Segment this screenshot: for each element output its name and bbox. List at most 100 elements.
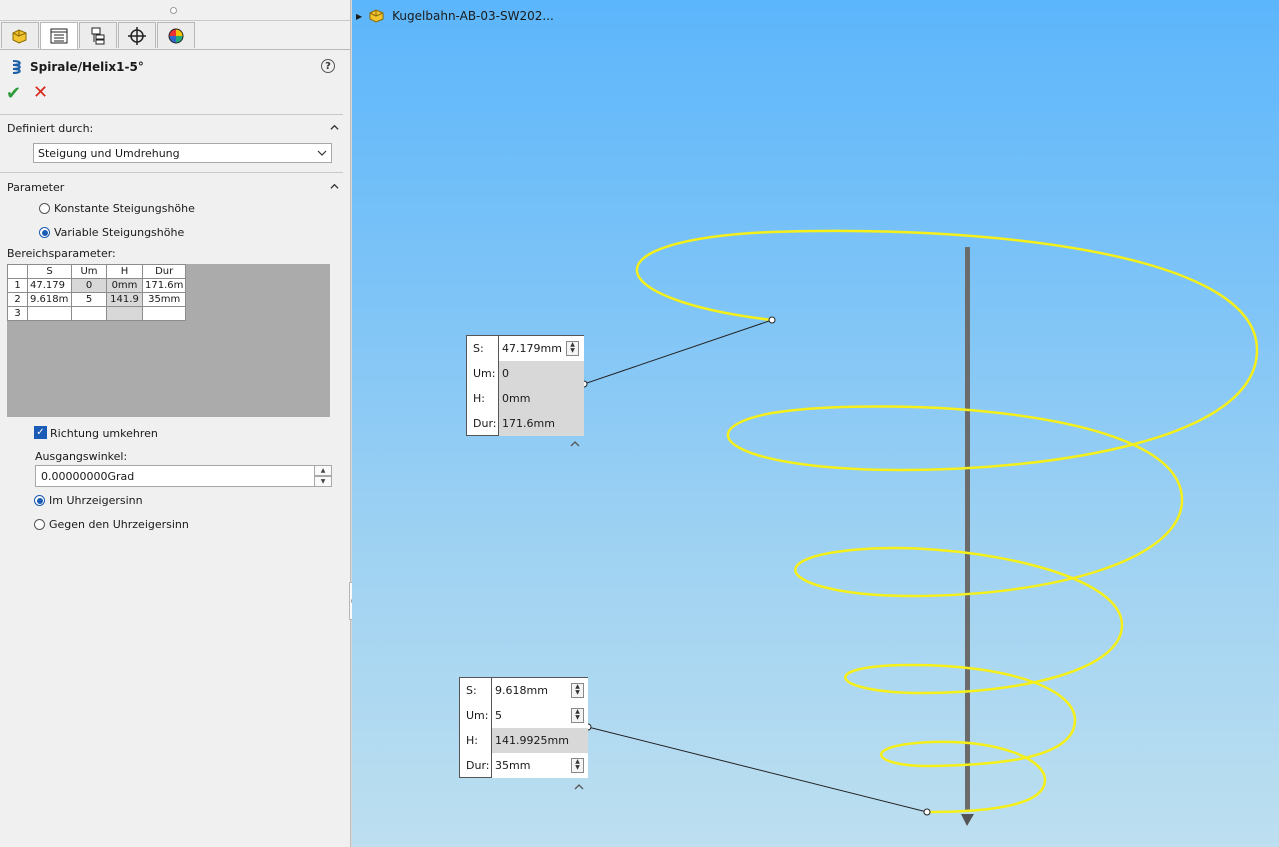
callout-value: 9.618mm [495, 684, 548, 697]
range-parameters-table: S Um H Dur 1 47.179 0 0mm 171.6m 2 9.618… [7, 264, 187, 321]
cell-um[interactable]: 5 [71, 292, 107, 307]
constant-pitch-label: Konstante Steigungshöhe [54, 202, 195, 215]
callout-row-h: H: 141.9925mm [460, 728, 588, 753]
cell-um[interactable] [71, 306, 107, 321]
counterclockwise-radio[interactable]: Gegen den Uhrzeigersinn [34, 518, 189, 531]
dimxpert-icon[interactable] [118, 22, 156, 48]
row-number: 3 [7, 306, 28, 321]
callout-value: 35mm [495, 759, 531, 772]
handle-point-1[interactable] [768, 316, 776, 324]
divider [0, 114, 343, 115]
callout-row-dur: Dur: 35mm ▲ ▼ [460, 753, 588, 778]
cell-um: 0 [71, 278, 107, 293]
help-icon[interactable]: ? [321, 59, 335, 73]
collapse-chevron-icon[interactable] [330, 182, 339, 191]
parameter-heading: Parameter [7, 181, 65, 194]
cell-dur[interactable]: 35mm [141, 292, 187, 307]
radio-dot-selected [34, 495, 45, 506]
cell-s[interactable] [27, 306, 72, 321]
variable-pitch-radio[interactable]: Variable Steigungshöhe [39, 226, 184, 239]
callout-key: S: [466, 684, 477, 697]
start-angle-value: 0.00000000Grad [41, 470, 135, 483]
start-angle-input[interactable]: 0.00000000Grad [35, 465, 315, 487]
spin-stepper-icon[interactable]: ▲ ▼ [566, 341, 579, 356]
property-manager-icon[interactable] [40, 22, 78, 49]
feature-title: Spirale/Helix1-5° [8, 58, 144, 76]
spin-stepper-icon[interactable]: ▲ ▼ [571, 683, 584, 698]
callout-h-field: 141.9925mm [492, 728, 588, 753]
callout-value: 0 [502, 367, 509, 380]
collapse-chevron-icon[interactable] [330, 123, 339, 132]
cell-s[interactable]: 9.618m [27, 292, 72, 307]
radio-dot [39, 203, 50, 214]
helix-curve [635, 229, 1259, 814]
callout-dur-field: 171.6mm [499, 411, 584, 436]
panel-grip[interactable] [170, 7, 177, 14]
spin-down-icon[interactable]: ▼ [314, 476, 332, 487]
table-row: 2 9.618m 5 141.9 35mm [7, 292, 187, 307]
feature-title-text: Spirale/Helix1-5° [30, 60, 144, 74]
reverse-direction-checkbox[interactable]: ✓ [34, 426, 47, 439]
handle-point-2[interactable] [923, 808, 931, 816]
clockwise-label: Im Uhrzeigersinn [49, 494, 143, 507]
graphics-viewport[interactable]: ▶ Kugelbahn-AB-03-SW202... S: 47.179mm ▲… [352, 0, 1279, 847]
row-number: 2 [7, 292, 28, 307]
cell-dur[interactable] [141, 306, 187, 321]
defined-by-value: Steigung und Umdrehung [38, 147, 180, 160]
constant-pitch-radio[interactable]: Konstante Steigungshöhe [39, 202, 195, 215]
callout-value: 141.9925mm [495, 734, 569, 747]
column-header: Um [71, 264, 107, 279]
callout-value: 171.6mm [502, 417, 555, 430]
defined-by-select[interactable]: Steigung und Umdrehung [33, 143, 332, 163]
table-header-row: S Um H Dur [7, 264, 187, 279]
callout-key: Um: [473, 367, 496, 380]
display-manager-icon[interactable] [157, 22, 195, 48]
axis-end-marker [961, 814, 974, 826]
leader-line-1 [583, 319, 773, 385]
spin-stepper-icon[interactable]: ▲ ▼ [571, 708, 584, 723]
callout-collapse-icon[interactable] [570, 440, 580, 448]
counterclockwise-label: Gegen den Uhrzeigersinn [49, 518, 189, 531]
cell-dur[interactable]: 171.6m [141, 278, 187, 293]
leader-line-2 [587, 726, 928, 813]
divider [0, 172, 343, 173]
callout-value: 47.179mm [502, 342, 562, 355]
defined-by-heading: Definiert durch: [7, 122, 94, 135]
configuration-manager-icon[interactable] [79, 22, 117, 48]
helix-icon [12, 60, 21, 74]
callout-start[interactable]: S: 47.179mm ▲ ▼ Um: 0 H: 0mm Dur: 171.6mm [466, 335, 584, 436]
spin-up-icon[interactable]: ▲ [314, 465, 332, 476]
column-header: H [106, 264, 143, 279]
reverse-direction-label: Richtung umkehren [50, 427, 158, 440]
radio-dot [34, 519, 45, 530]
callout-key: H: [473, 392, 485, 405]
spin-stepper-icon[interactable]: ▲ ▼ [571, 758, 584, 773]
callout-key: Dur: [466, 759, 490, 772]
table-row: 3 [7, 306, 187, 321]
callout-row-s: S: 47.179mm ▲ ▼ [467, 336, 584, 361]
callout-um-field: 0 [499, 361, 584, 386]
callout-row-h: H: 0mm [467, 386, 584, 411]
table-row: 1 47.179 0 0mm 171.6m [7, 278, 187, 293]
callout-collapse-icon[interactable] [574, 783, 584, 791]
callout-row-um: Um: 5 ▲ ▼ [460, 703, 588, 728]
start-angle-label: Ausgangswinkel: [35, 450, 128, 463]
start-angle-stepper[interactable]: ▲ ▼ [314, 465, 332, 487]
close-icon[interactable]: ✕ [33, 84, 48, 102]
callout-h-field: 0mm [499, 386, 584, 411]
row-number: 1 [7, 278, 28, 293]
cell-h: 141.9 [106, 292, 143, 307]
cell-s[interactable]: 47.179 [27, 278, 72, 293]
cell-h: 0mm [106, 278, 143, 293]
range-parameters-label: Bereichsparameter: [7, 247, 116, 260]
clockwise-radio[interactable]: Im Uhrzeigersinn [34, 494, 143, 507]
callout-value: 5 [495, 709, 502, 722]
panel-top-bar [0, 0, 350, 21]
callout-key: S: [473, 342, 484, 355]
callout-row-um: Um: 0 [467, 361, 584, 386]
feature-manager-icon[interactable] [1, 22, 39, 48]
table-corner [7, 264, 28, 279]
callout-row-dur: Dur: 171.6mm [467, 411, 584, 436]
check-icon[interactable]: ✔ [6, 85, 21, 103]
callout-end[interactable]: S: 9.618mm ▲ ▼ Um: 5 ▲ ▼ H: 141.9925mm Dur… [459, 677, 588, 778]
